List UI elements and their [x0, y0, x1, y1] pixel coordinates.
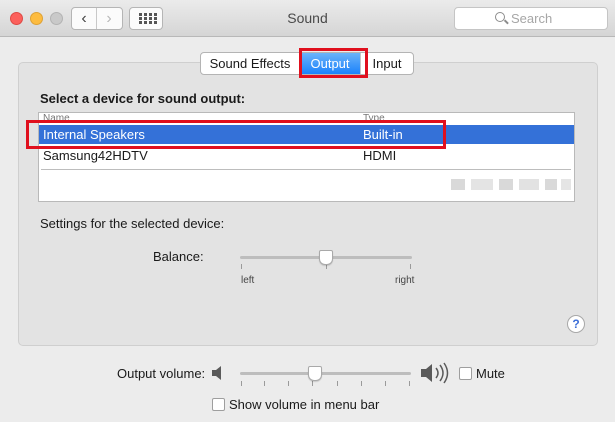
balance-slider-thumb[interactable]: [319, 250, 333, 265]
output-volume-label: Output volume:: [117, 366, 206, 381]
output-volume-slider[interactable]: [240, 366, 411, 388]
mute-label: Mute: [476, 366, 505, 381]
output-volume-thumb[interactable]: [308, 366, 322, 381]
search-field[interactable]: Search: [454, 7, 608, 30]
help-icon[interactable]: ?: [567, 315, 585, 333]
balance-left-label: left: [241, 275, 255, 286]
list-divider: [41, 169, 571, 170]
device-list-heading: Select a device for sound output:: [40, 91, 246, 106]
blurred-region: [561, 179, 571, 190]
settings-label: Settings for the selected device:: [40, 216, 225, 231]
blurred-region: [451, 179, 465, 190]
search-placeholder: Search: [511, 11, 553, 26]
blurred-region: [519, 179, 539, 190]
balance-slider[interactable]: [240, 250, 412, 270]
show-volume-label: Show volume in menu bar: [229, 397, 380, 412]
mute-checkbox[interactable]: [459, 367, 472, 380]
blurred-region: [471, 179, 493, 190]
balance-right-label: right: [395, 275, 415, 286]
balance-label: Balance:: [153, 249, 204, 264]
blurred-region: [545, 179, 557, 190]
blurred-region: [499, 179, 513, 190]
speaker-low-icon: [212, 366, 221, 380]
speaker-high-icon: [421, 362, 449, 384]
output-tab-highlight: [299, 48, 368, 78]
search-icon: [495, 12, 505, 22]
internal-speakers-highlight: [26, 120, 446, 149]
show-volume-checkbox[interactable]: [212, 398, 225, 411]
tab-input[interactable]: Input: [361, 53, 413, 74]
tab-sound-effects[interactable]: Sound Effects: [201, 53, 300, 74]
